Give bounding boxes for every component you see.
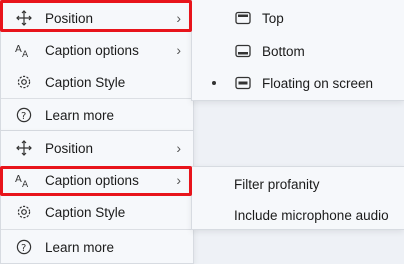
menu-item-label: Learn more xyxy=(45,239,115,255)
svg-text:A: A xyxy=(22,50,29,58)
bottom-window-icon xyxy=(234,42,252,60)
submenu-item-label: Bottom xyxy=(262,43,305,59)
menu-item-label: Position xyxy=(45,140,94,156)
menu-item-label: Caption Style xyxy=(45,74,126,90)
submenu-item-bottom[interactable]: Bottom xyxy=(192,35,404,67)
top-context-menu: Position › AA Caption options › Caption … xyxy=(0,0,194,131)
move-icon xyxy=(15,9,33,27)
menu-item-caption-options[interactable]: AA Caption options › xyxy=(1,164,193,196)
chevron-right-icon: › xyxy=(176,42,181,58)
caption-aa-icon: AA xyxy=(15,171,33,189)
selected-bullet-icon xyxy=(212,81,216,85)
menu-item-caption-style[interactable]: Caption Style xyxy=(1,66,193,98)
question-circle-icon: ? xyxy=(15,106,33,124)
menu-item-label: Caption options xyxy=(45,42,139,58)
position-submenu: Top Bottom Floating on screen xyxy=(191,0,404,101)
svg-text:?: ? xyxy=(21,243,26,254)
floating-window-icon xyxy=(234,74,252,92)
submenu-item-filter-profanity[interactable]: Filter profanity xyxy=(192,168,404,200)
svg-text:A: A xyxy=(22,180,29,188)
move-icon xyxy=(15,139,33,157)
chevron-right-icon: › xyxy=(176,140,181,156)
svg-text:?: ? xyxy=(21,111,26,122)
menu-item-position[interactable]: Position › xyxy=(1,2,193,34)
menu-item-label: Position xyxy=(45,10,94,26)
menu-divider xyxy=(1,229,193,230)
gear-icon xyxy=(15,73,33,91)
submenu-item-label: Filter profanity xyxy=(234,176,320,192)
caption-options-submenu: Filter profanity Include microphone audi… xyxy=(191,166,404,230)
menu-item-label: Caption options xyxy=(45,172,139,188)
menu-item-label: Learn more xyxy=(45,107,115,123)
menu-item-position[interactable]: Position › xyxy=(1,132,193,164)
caption-aa-icon: AA xyxy=(15,41,33,59)
chevron-right-icon: › xyxy=(176,10,181,26)
menu-item-caption-style[interactable]: Caption Style xyxy=(1,196,193,228)
menu-item-caption-options[interactable]: AA Caption options › xyxy=(1,34,193,66)
svg-text:A: A xyxy=(15,44,22,55)
svg-text:A: A xyxy=(15,174,22,185)
submenu-item-label: Top xyxy=(262,10,284,26)
submenu-item-floating[interactable]: Floating on screen xyxy=(192,67,404,99)
chevron-right-icon: › xyxy=(176,172,181,188)
menu-item-learn-more[interactable]: ? Learn more xyxy=(1,231,193,263)
submenu-item-top[interactable]: Top xyxy=(192,2,404,34)
top-window-icon xyxy=(234,9,252,27)
gear-icon xyxy=(15,203,33,221)
bottom-context-menu: Position › AA Caption options › Caption … xyxy=(0,131,194,264)
menu-item-learn-more[interactable]: ? Learn more xyxy=(1,99,193,131)
submenu-item-label: Include microphone audio xyxy=(234,207,389,223)
submenu-item-label: Floating on screen xyxy=(262,75,374,91)
question-circle-icon: ? xyxy=(15,238,33,256)
submenu-item-include-mic-audio[interactable]: Include microphone audio xyxy=(192,199,404,231)
menu-item-label: Caption Style xyxy=(45,204,126,220)
